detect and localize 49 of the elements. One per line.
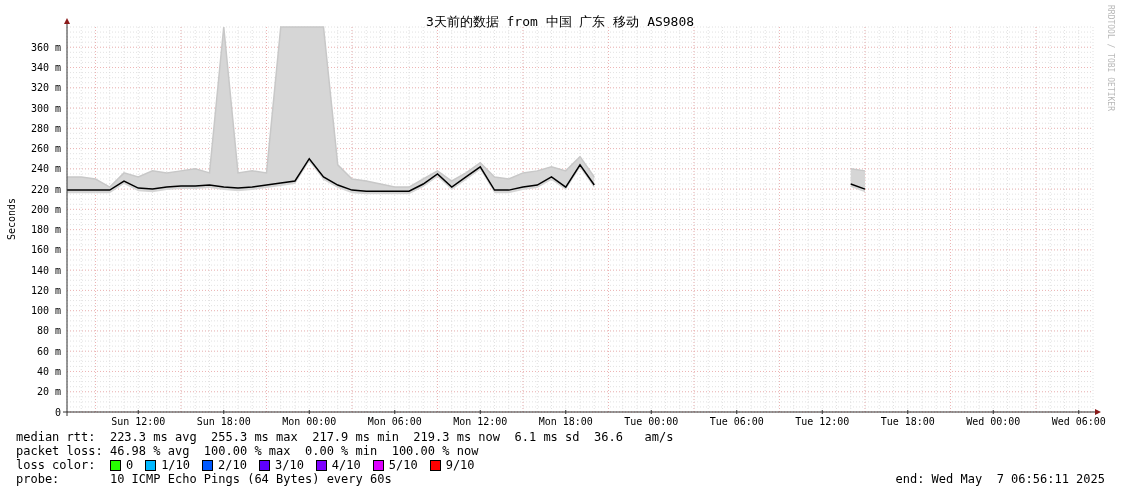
axis-tick-label: 100 m: [30, 305, 61, 317]
axis-tick-label: 220 m: [30, 183, 61, 195]
legend-text: 2/10: [218, 458, 247, 472]
axis-tick-label: 140 m: [30, 264, 61, 276]
axis-tick-label: 120 m: [30, 284, 61, 296]
axis-tick-label: 160 m: [30, 244, 61, 256]
axis-tick-label: Mon 06:00: [367, 416, 422, 427]
axis-tick-label: 280 m: [30, 122, 61, 134]
axis-tick-label: 20 m: [36, 386, 61, 398]
legend-text: 223.3 ms avg 255.3 ms max 217.9 ms min 219.3 ms now 6.1 ms sd 36.6 am/s: [109, 430, 674, 444]
axis-tick-label: Tue 00:00: [624, 416, 679, 427]
axis-tick-label: 260 m: [30, 143, 61, 155]
axis-title: Seconds: [6, 197, 17, 241]
axis-tick-label: 180 m: [30, 224, 61, 236]
legend-label: loss color:: [16, 458, 97, 472]
axis-tick-label: Sun 18:00: [196, 416, 251, 427]
axis-tick-label: 200 m: [30, 203, 61, 215]
end-time-text: end: Wed May 7 06:56:11 2025: [895, 472, 1105, 486]
legend-text: 4/10: [331, 458, 361, 472]
legend-label: probe:: [16, 472, 61, 486]
legend-text: 1/10: [161, 458, 191, 472]
axis-tick-label: 300 m: [30, 102, 61, 114]
legend-text: 3/10: [274, 458, 304, 472]
axis-tick-label: Wed 00:00: [966, 416, 1021, 427]
axis-tick-label: 340 m: [30, 62, 61, 74]
axis-tick-label: Wed 06:00: [1051, 416, 1106, 427]
axis-tick-label: 360 m: [30, 41, 61, 53]
legend-text: 9/10: [445, 458, 475, 472]
legend-text: 5/10: [388, 458, 418, 472]
legend-text: 10 ICMP Echo Pings (64 Bytes) every 60s: [109, 472, 392, 486]
legend-label: median rtt:: [16, 430, 97, 444]
axis-tick-label: 80 m: [36, 325, 61, 337]
axis-tick-label: 60 m: [36, 345, 61, 357]
legend-text: 0: [125, 458, 134, 472]
chart-title: 3天前的数据 from 中国 广东 移动 AS9808: [425, 14, 695, 29]
axis-tick-label: Mon 18:00: [538, 416, 593, 427]
axis-tick-label: Sun 12:00: [111, 416, 166, 427]
axis-tick-label: 240 m: [30, 163, 61, 175]
axis-tick-label: 0: [54, 406, 61, 418]
axis-tick-label: 40 m: [36, 365, 61, 377]
credit-text: RRDTOOL / TOBI OETIKER: [1106, 5, 1115, 111]
axis-tick-label: Tue 06:00: [709, 416, 764, 427]
legend-label: packet loss:: [16, 444, 104, 458]
axis-tick-label: Tue 12:00: [795, 416, 850, 427]
axis-tick-label: 320 m: [30, 82, 61, 94]
axis-tick-label: Tue 18:00: [880, 416, 935, 427]
legend-text: 46.98 % avg 100.00 % max 0.00 % min 100.00 % now: [109, 444, 479, 458]
axis-tick-label: Mon 12:00: [453, 416, 508, 427]
axis-tick-label: Mon 00:00: [282, 416, 337, 427]
